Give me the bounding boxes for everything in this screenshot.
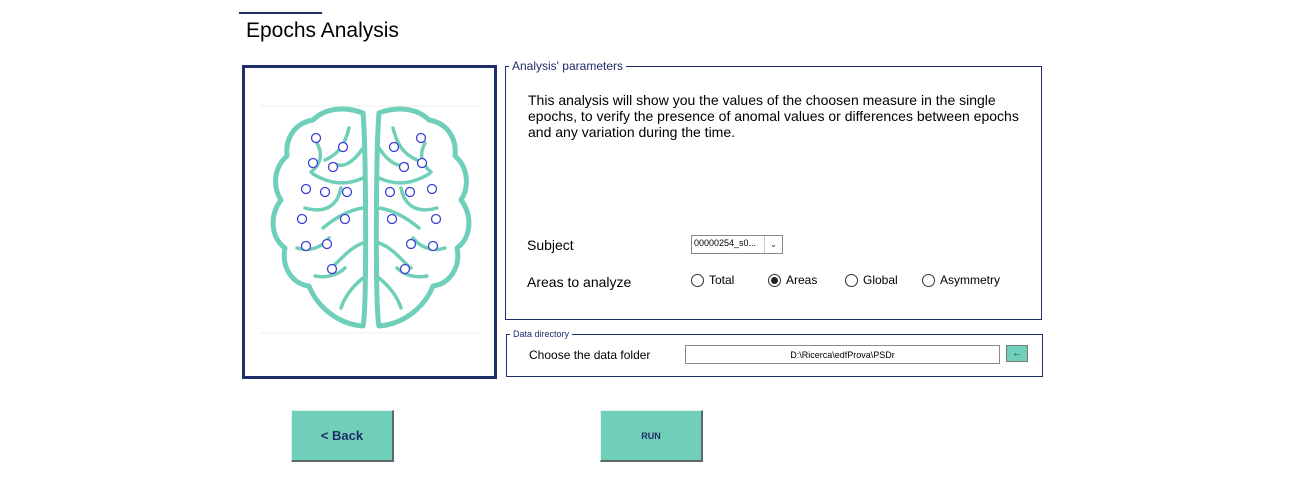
- data-folder-path-field[interactable]: D:\Ricerca\edfProva\PSDr: [685, 345, 1000, 364]
- back-button[interactable]: < Back: [291, 410, 394, 462]
- run-button[interactable]: RUN: [600, 410, 703, 462]
- areas-label: Areas to analyze: [527, 274, 632, 290]
- radio-global-label: Global: [863, 273, 898, 287]
- radio-circle[interactable]: [922, 273, 935, 287]
- page-title: Epochs Analysis: [246, 19, 399, 42]
- radio-circle[interactable]: [845, 273, 858, 287]
- data-folder-label: Choose the data folder: [529, 348, 651, 362]
- subject-dropdown[interactable]: 00000254_s0... ⌄: [691, 235, 783, 254]
- data-directory-legend: Data directory: [510, 329, 573, 339]
- brain-electrodes-icon: [260, 105, 480, 334]
- title-accent-rule: [239, 12, 322, 14]
- radio-areas[interactable]: Areas: [768, 273, 817, 287]
- radio-circle-checked[interactable]: [768, 273, 781, 287]
- brain-image-panel: [242, 65, 497, 379]
- chevron-down-icon[interactable]: ⌄: [764, 236, 782, 253]
- subject-dropdown-value: 00000254_s0...: [694, 238, 757, 248]
- arrow-left-icon: ←: [1012, 348, 1022, 359]
- browse-folder-button[interactable]: ←: [1006, 345, 1028, 362]
- analysis-parameters-group: Analysis' parameters This analysis will …: [505, 59, 1042, 320]
- radio-areas-label: Areas: [786, 273, 818, 287]
- radio-circle[interactable]: [691, 273, 704, 287]
- radio-global[interactable]: Global: [845, 273, 898, 287]
- radio-asymmetry[interactable]: Asymmetry: [922, 273, 1000, 287]
- subject-label: Subject: [527, 237, 574, 253]
- analysis-parameters-legend: Analysis' parameters: [509, 59, 626, 73]
- data-directory-group: Data directory Choose the data folder D:…: [506, 329, 1043, 377]
- radio-total[interactable]: Total: [691, 273, 734, 287]
- radio-asymmetry-label: Asymmetry: [940, 273, 1000, 287]
- radio-total-label: Total: [709, 273, 735, 287]
- analysis-description: This analysis will show you the values o…: [528, 92, 1019, 140]
